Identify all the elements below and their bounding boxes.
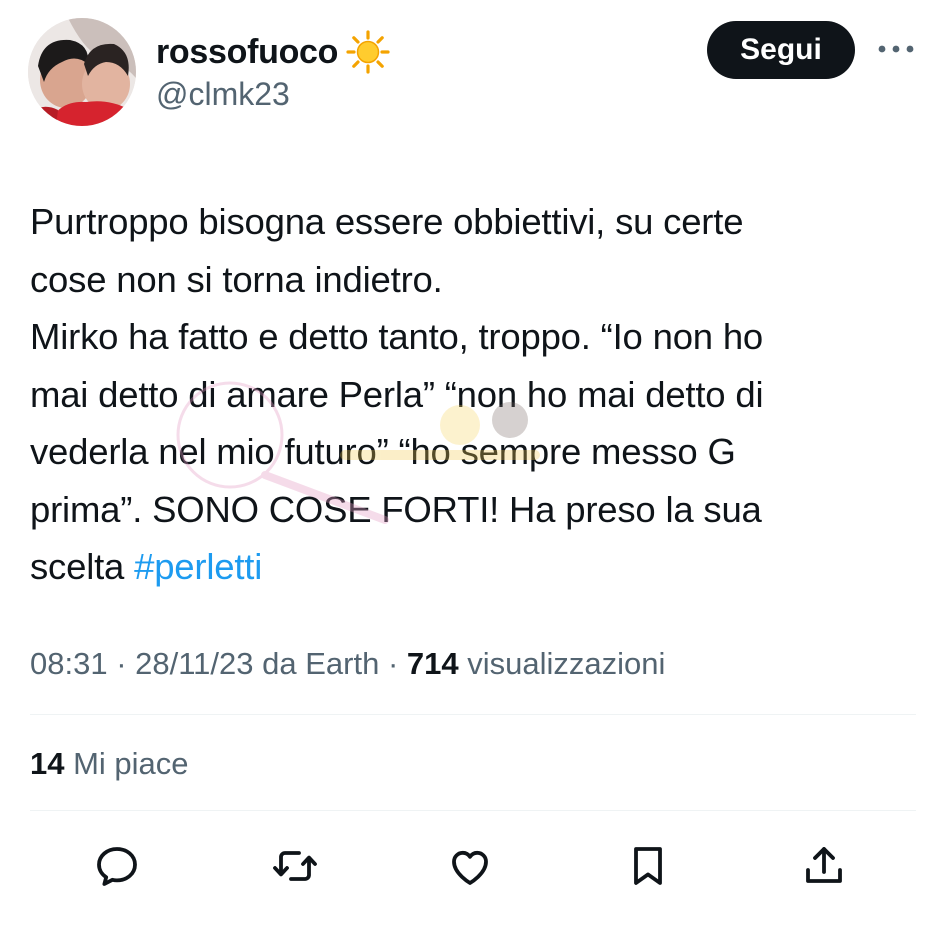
tweet-text-line: cose non si torna indietro. bbox=[30, 258, 443, 300]
meta-separator: · bbox=[379, 646, 407, 681]
sun-emoji-icon bbox=[346, 30, 390, 74]
tweet-text-fragment: scelta bbox=[30, 546, 135, 587]
tweet-text: Purtroppo bisogna essere obbiettivi, su … bbox=[30, 193, 920, 596]
views-label: visualizzazioni bbox=[458, 646, 666, 681]
views-count: 714 bbox=[406, 646, 459, 681]
user-handle[interactable]: @clmk23 bbox=[156, 78, 290, 110]
tweet-text-line: prima”. SONO COSE FORTI! Ha preso la sua bbox=[30, 488, 762, 530]
bookmark-button[interactable] bbox=[620, 838, 676, 894]
tweet-text-line: mai detto di amare Perla” “non ho mai de… bbox=[30, 373, 764, 415]
likes-summary[interactable]: 14 Mi piace bbox=[30, 746, 189, 782]
hashtag-link[interactable]: #perletti bbox=[134, 546, 262, 587]
avatar-image bbox=[28, 18, 136, 126]
likes-label: Mi piace bbox=[64, 746, 189, 781]
avatar[interactable] bbox=[28, 18, 136, 126]
follow-button[interactable]: Segui bbox=[707, 21, 855, 79]
tweet-meta: 08:31 · 28/11/23 da Earth · 714 visualiz… bbox=[30, 646, 665, 682]
divider bbox=[30, 810, 916, 811]
reply-button[interactable] bbox=[89, 838, 145, 894]
share-button[interactable] bbox=[796, 838, 852, 894]
likes-count: 14 bbox=[30, 746, 65, 781]
tweet-text-line: Purtroppo bisogna essere obbiettivi, su … bbox=[30, 201, 744, 242]
divider bbox=[30, 714, 916, 715]
display-name-text: rossofuoco bbox=[156, 33, 339, 71]
tweet-text-line: Mirko ha fatto e detto tanto, troppo. “I… bbox=[30, 316, 764, 357]
retweet-button[interactable] bbox=[267, 838, 323, 894]
retweet-icon bbox=[273, 851, 317, 881]
display-name[interactable]: rossofuoco bbox=[156, 30, 390, 74]
tweet-source: da Earth bbox=[253, 646, 380, 681]
reply-icon bbox=[97, 847, 137, 886]
more-horizontal-icon[interactable] bbox=[876, 40, 916, 58]
meta-separator: · bbox=[107, 646, 136, 681]
bookmark-icon bbox=[634, 847, 662, 885]
tweet-text-line: vederla nel mio futuro” “ho sempre messo… bbox=[30, 431, 736, 472]
share-icon bbox=[806, 847, 842, 883]
like-button[interactable] bbox=[442, 838, 498, 894]
heart-icon bbox=[452, 850, 488, 885]
tweet-date[interactable]: 28/11/23 bbox=[135, 646, 253, 681]
tweet-time[interactable]: 08:31 bbox=[30, 646, 108, 681]
tweet-text-line-last: scelta #perletti bbox=[30, 538, 920, 596]
